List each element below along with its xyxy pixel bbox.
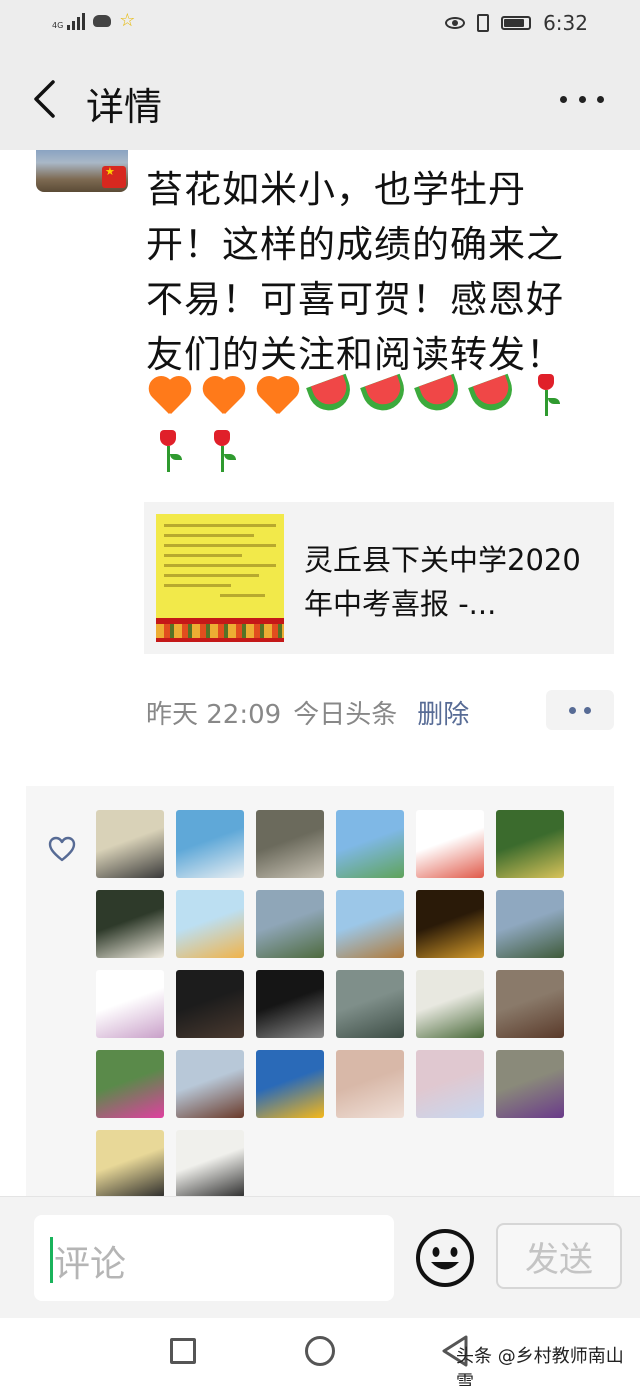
liker-avatar[interactable] <box>496 890 564 958</box>
watermelon-emoji <box>414 372 464 418</box>
liker-avatar[interactable] <box>176 1050 244 1118</box>
battery-icon <box>501 16 532 30</box>
orange-heart-emoji <box>146 372 192 418</box>
star-icon: ☆ <box>119 10 136 31</box>
eye-comfort-icon <box>445 17 466 29</box>
shared-article-card[interactable]: 灵丘县下关中学2020年中考喜报 -... <box>144 502 614 654</box>
back-button[interactable] <box>22 74 66 124</box>
more-options-button[interactable] <box>560 84 604 114</box>
liker-avatar[interactable] <box>496 970 564 1038</box>
likes-panel <box>26 786 614 1206</box>
author-avatar[interactable]: ★ <box>36 150 128 192</box>
more-dot-icon <box>597 95 604 103</box>
liker-avatar[interactable] <box>96 1130 164 1198</box>
send-button[interactable]: 发送 <box>496 1223 622 1289</box>
system-nav-bar: 头条 @乡村教师南山雪 <box>0 1318 640 1386</box>
recent-apps-button[interactable] <box>170 1338 196 1364</box>
article-thumbnail <box>156 514 284 642</box>
more-dot-icon <box>578 95 586 103</box>
liker-avatar[interactable] <box>416 810 484 878</box>
like-comment-menu-button[interactable] <box>546 690 614 730</box>
liker-avatar[interactable] <box>176 890 244 958</box>
liker-avatar[interactable] <box>256 810 324 878</box>
liker-avatar[interactable] <box>336 1050 404 1118</box>
menu-dot-icon <box>584 706 591 714</box>
orange-heart-emoji <box>200 372 246 418</box>
nav-header: 详情 <box>0 48 640 150</box>
liker-avatar[interactable] <box>176 1130 244 1198</box>
liker-avatar[interactable] <box>256 1050 324 1118</box>
rose-emoji <box>146 428 192 476</box>
watermelon-emoji <box>306 372 356 418</box>
orange-heart-emoji <box>254 372 300 418</box>
liker-avatar[interactable] <box>496 1050 564 1118</box>
article-title: 灵丘县下关中学2020年中考喜报 -... <box>304 543 581 621</box>
signal-icon: 4G <box>52 12 86 30</box>
home-button[interactable] <box>305 1336 335 1366</box>
comment-bar: 评论 发送 <box>0 1196 640 1318</box>
text-cursor <box>50 1237 53 1283</box>
post-text: 苔花如米小，也学牡丹开！这样的成绩的确来之不易！可喜可贺！感恩好友们的关注和阅读… <box>146 168 564 376</box>
china-flag-icon: ★ <box>102 166 126 188</box>
network-type-label: 4G <box>52 21 64 30</box>
post-time: 昨天 22:09 <box>146 700 282 730</box>
liker-avatar[interactable] <box>496 810 564 878</box>
liker-avatar[interactable] <box>256 970 324 1038</box>
liker-avatar[interactable] <box>96 810 164 878</box>
liker-avatar[interactable] <box>336 970 404 1038</box>
page-title: 详情 <box>86 85 163 129</box>
post-source[interactable]: 今日头条 <box>293 694 397 731</box>
liker-avatar[interactable] <box>336 810 404 878</box>
post-meta: 昨天 22:09 今日头条 删除 <box>146 694 469 731</box>
liker-avatar[interactable] <box>416 890 484 958</box>
emoji-row <box>146 372 616 476</box>
liker-avatar[interactable] <box>336 890 404 958</box>
liker-avatar[interactable] <box>96 1050 164 1118</box>
clock: 6:32 <box>543 11 588 35</box>
rose-emoji <box>524 372 570 420</box>
comment-placeholder: 评论 <box>54 1244 127 1285</box>
vibrate-icon <box>477 14 490 32</box>
status-bar: 4G ☆ 6:32 <box>0 0 640 48</box>
liker-avatar[interactable] <box>256 890 324 958</box>
heart-outline-icon <box>48 836 76 862</box>
cloud-icon <box>93 15 112 27</box>
watermelon-emoji <box>468 372 518 418</box>
liker-avatar[interactable] <box>416 1050 484 1118</box>
watermark: 头条 @乡村教师南山雪 <box>456 1346 624 1386</box>
watermelon-emoji <box>360 372 410 418</box>
more-dot-icon <box>560 95 567 103</box>
emoji-icon[interactable] <box>414 1227 476 1289</box>
chevron-left-icon <box>34 80 55 118</box>
liker-avatar[interactable] <box>176 810 244 878</box>
liker-avatar[interactable] <box>416 970 484 1038</box>
liker-avatar-grid <box>96 810 596 1198</box>
menu-dot-icon <box>569 706 576 714</box>
liker-avatar[interactable] <box>176 970 244 1038</box>
rose-emoji <box>200 428 246 476</box>
comment-input[interactable]: 评论 <box>34 1215 394 1301</box>
liker-avatar[interactable] <box>96 970 164 1038</box>
delete-link[interactable]: 删除 <box>417 694 469 731</box>
liker-avatar[interactable] <box>96 890 164 958</box>
